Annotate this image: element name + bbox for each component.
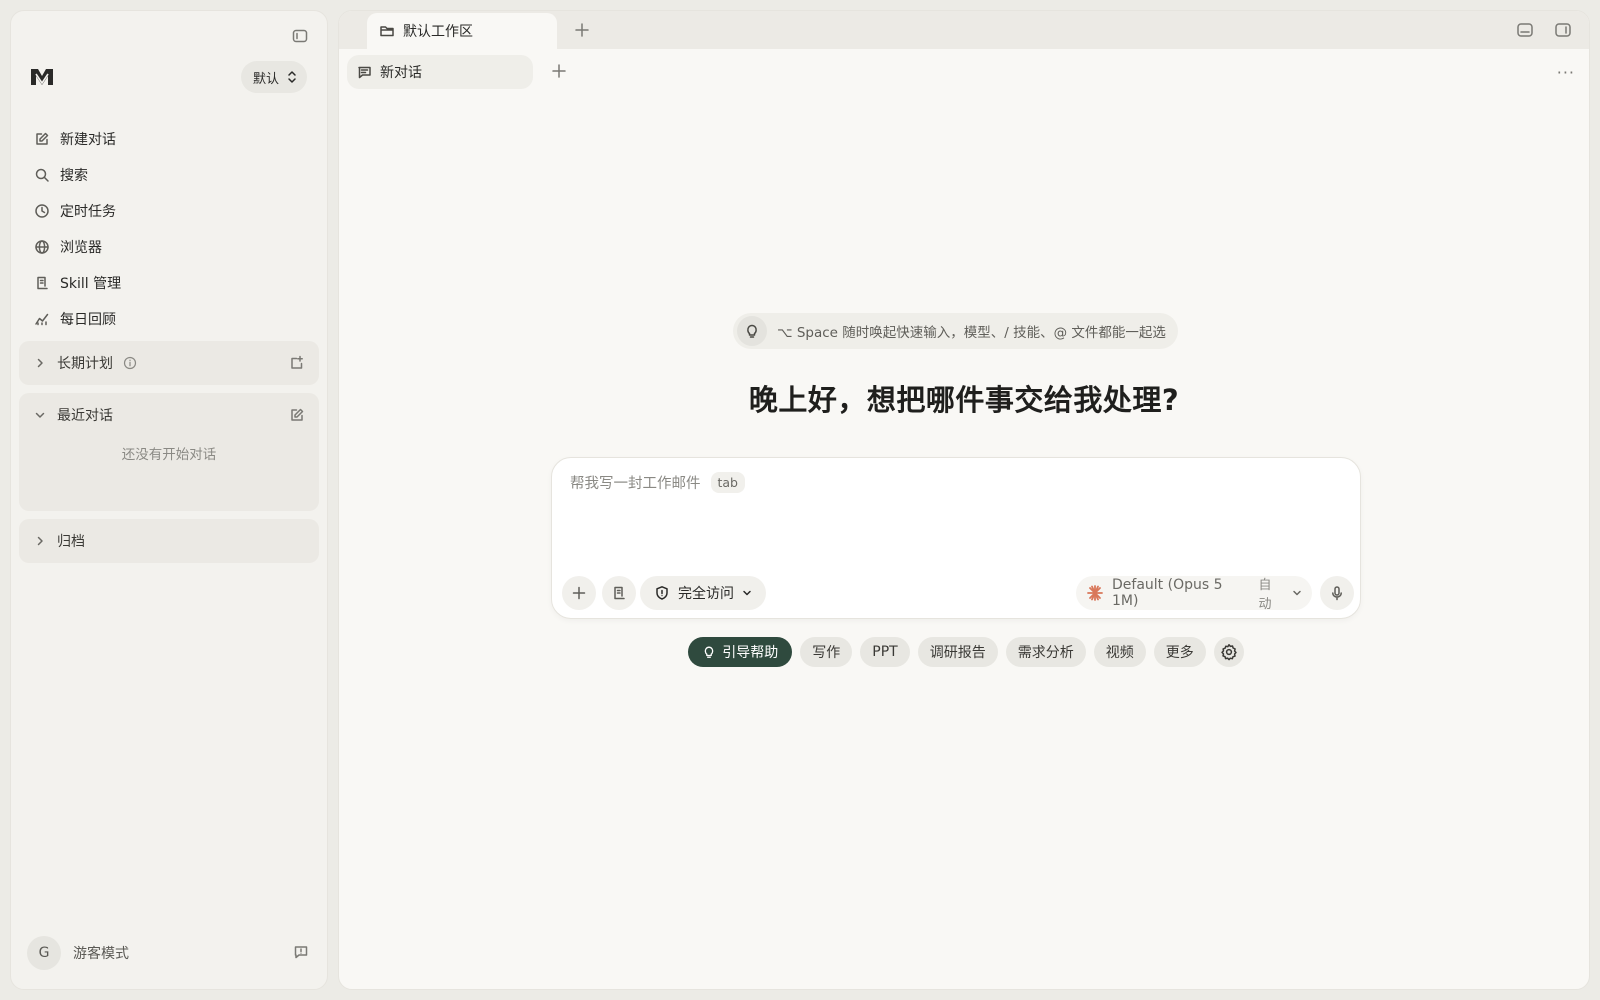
- user-name[interactable]: 游客模式: [73, 943, 129, 963]
- plus-icon: [572, 586, 586, 600]
- scroll-icon: [614, 586, 625, 600]
- section-title: 最近对话: [57, 408, 113, 424]
- sidebar: 默认 新建对话 搜索 定时任务 浏览器 Skill 管理 每日回顾 长期计划 最…: [10, 10, 328, 990]
- sidebar-item-label: Skill 管理: [60, 276, 122, 292]
- sidebar-item-label: 每日回顾: [60, 312, 116, 328]
- chip-ppt[interactable]: PPT: [860, 637, 910, 667]
- access-mode-dropdown[interactable]: 完全访问: [640, 576, 766, 610]
- section-header-recent[interactable]: 最近对话: [19, 393, 319, 437]
- sidebar-item-label: 新建对话: [60, 132, 116, 148]
- tab-label: 新对话: [380, 65, 422, 81]
- section-title: 长期计划: [57, 356, 113, 372]
- suggestion-chips: 引导帮助 写作 PPT 调研报告 需求分析 视频 更多: [339, 637, 1589, 667]
- clock-icon: [33, 203, 50, 220]
- attach-button[interactable]: [562, 576, 596, 610]
- gear-icon: [1220, 643, 1238, 661]
- sidebar-item-skill-management[interactable]: Skill 管理: [23, 265, 319, 301]
- lightbulb-icon: [737, 316, 767, 346]
- folder-icon: [379, 23, 395, 39]
- chip-requirements-analysis[interactable]: 需求分析: [1005, 637, 1086, 667]
- tab-new-chat[interactable]: 新对话: [347, 55, 533, 89]
- sidebar-item-scheduled-tasks[interactable]: 定时任务: [23, 193, 319, 229]
- feedback-icon[interactable]: [293, 944, 311, 962]
- chip-label: 需求分析: [1017, 645, 1074, 661]
- greeting-title: 晚上好，想把哪件事交给我处理?: [748, 383, 1180, 417]
- sidebar-item-daily-review[interactable]: 每日回顾: [23, 301, 319, 337]
- microphone-icon: [1332, 586, 1342, 601]
- avatar[interactable]: G: [27, 936, 61, 970]
- chip-label: 调研报告: [929, 645, 986, 661]
- chip-video[interactable]: 视频: [1093, 637, 1146, 667]
- right-panel-toggle-icon[interactable]: [1553, 20, 1573, 40]
- sidebar-item-browser[interactable]: 浏览器: [23, 229, 319, 265]
- workspace-selector[interactable]: 默认: [240, 61, 307, 93]
- bottom-panel-toggle-icon[interactable]: [1515, 20, 1535, 40]
- sidebar-item-search[interactable]: 搜索: [23, 157, 319, 193]
- sidebar-item-label: 搜索: [60, 168, 88, 184]
- add-plan-icon[interactable]: [289, 355, 305, 371]
- edit-icon: [33, 131, 50, 148]
- sidebar-toggle-icon[interactable]: [289, 25, 311, 47]
- chevron-down-icon: [742, 588, 752, 598]
- empty-recent-note: 还没有开始对话: [121, 447, 217, 463]
- search-icon: [33, 167, 50, 184]
- chevron-right-icon: [33, 356, 47, 370]
- app-logo-icon: [27, 61, 57, 91]
- tab-key-hint: tab: [710, 472, 745, 493]
- new-chat-edit-icon[interactable]: [289, 407, 305, 423]
- chip-label: PPT: [872, 644, 898, 660]
- chevron-down-icon: [1292, 588, 1302, 598]
- chevron-right-icon: [33, 534, 47, 548]
- chip-more[interactable]: 更多: [1153, 637, 1206, 667]
- chip-guide-help[interactable]: 引导帮助: [688, 637, 793, 667]
- section-long-term-plans: 长期计划: [19, 341, 319, 385]
- sidebar-item-label: 浏览器: [60, 240, 102, 256]
- lightbulb-icon: [702, 645, 716, 659]
- workspace-selector-label: 默认: [252, 71, 279, 87]
- section-recent-chats: 最近对话 还没有开始对话: [19, 393, 319, 511]
- add-workspace-icon[interactable]: [571, 19, 593, 41]
- section-title: 归档: [57, 534, 85, 550]
- sidebar-nav: 新建对话 搜索 定时任务 浏览器 Skill 管理 每日回顾: [23, 121, 319, 337]
- chevron-updown-icon: [287, 70, 297, 84]
- access-mode-label: 完全访问: [678, 586, 734, 602]
- tab-default-workspace[interactable]: 默认工作区: [367, 13, 557, 49]
- model-star-icon: [1086, 584, 1104, 602]
- sidebar-item-label: 定时任务: [60, 204, 116, 220]
- chip-label: 引导帮助: [722, 645, 779, 661]
- voice-input-button[interactable]: [1320, 576, 1354, 610]
- chart-icon: [33, 311, 50, 328]
- chip-label: 视频: [1105, 645, 1134, 661]
- chip-label: 更多: [1165, 645, 1194, 661]
- section-header-long-term[interactable]: 长期计划: [19, 341, 319, 385]
- user-row: G 游客模式: [27, 935, 311, 971]
- composer-placeholder: 帮我写一封工作邮件: [570, 476, 701, 492]
- chip-label: 写作: [812, 645, 841, 661]
- chat-icon: [357, 65, 372, 80]
- model-selector[interactable]: Default (Opus 5 1M) 自动: [1076, 576, 1312, 612]
- sidebar-item-new-chat[interactable]: 新建对话: [23, 121, 319, 157]
- model-label: Default (Opus 5 1M): [1112, 577, 1223, 609]
- message-composer[interactable]: 帮我写一封工作邮件 tab 完全访问 Default (Opus 5 1M) 自…: [551, 457, 1361, 619]
- more-options-icon[interactable]: ···: [1557, 63, 1575, 82]
- section-archive: 归档: [19, 519, 319, 563]
- scroll-icon: [33, 275, 50, 292]
- tab-label: 默认工作区: [403, 24, 473, 40]
- add-chat-tab-icon[interactable]: [549, 61, 569, 81]
- info-icon[interactable]: [123, 356, 137, 370]
- shortcut-hint-text: ⌥ Space 随时唤起快速输入，模型、/ 技能、@ 文件都能一起选: [777, 325, 1166, 341]
- main-panel: 默认工作区 新对话 ··· ⌥ Space 随时唤起快速输入，模型、/ 技能、@…: [338, 10, 1590, 990]
- globe-icon: [33, 239, 50, 256]
- skill-button[interactable]: [602, 576, 636, 610]
- section-header-archive[interactable]: 归档: [19, 519, 319, 563]
- chip-research-report[interactable]: 调研报告: [917, 637, 998, 667]
- chevron-down-icon: [33, 408, 47, 422]
- chip-writing[interactable]: 写作: [800, 637, 853, 667]
- composer-placeholder-row[interactable]: 帮我写一封工作邮件 tab: [570, 472, 745, 493]
- shortcut-hint-pill: ⌥ Space 随时唤起快速输入，模型、/ 技能、@ 文件都能一起选: [733, 313, 1178, 349]
- shield-icon: [654, 585, 670, 601]
- chip-settings[interactable]: [1213, 637, 1244, 667]
- model-mode: 自动: [1258, 578, 1272, 612]
- workspace-tabbar: 默认工作区: [339, 11, 1589, 49]
